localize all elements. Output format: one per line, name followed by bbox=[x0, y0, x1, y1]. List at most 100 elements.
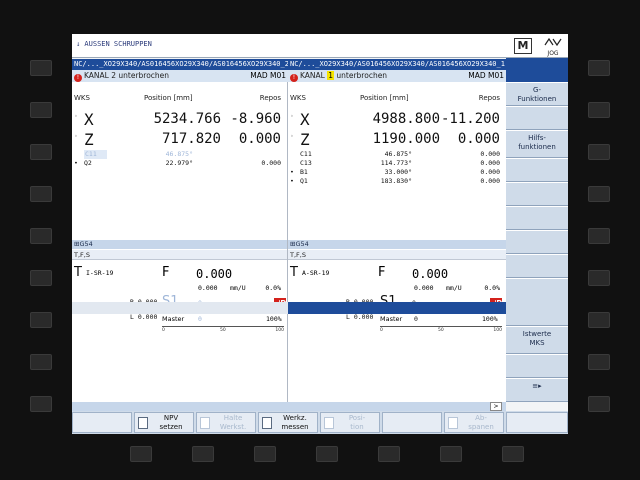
softkey-empty[interactable] bbox=[506, 106, 568, 130]
channel1-status[interactable]: ! KANAL 1 unterbrochen MAD M01 bbox=[288, 70, 506, 82]
softkey-measure-tool[interactable]: Werkz. messen bbox=[258, 412, 318, 433]
channel1-mad: MAD M01 bbox=[468, 71, 504, 80]
scale-tick: 0 bbox=[162, 328, 165, 333]
alarm-icon: ! bbox=[74, 74, 82, 82]
softkey-empty[interactable] bbox=[72, 412, 132, 433]
axis-marker: • bbox=[290, 168, 294, 176]
softkey-aux-functions[interactable]: Hilfs-funktionen bbox=[506, 130, 568, 158]
softkey-label: Halte bbox=[223, 414, 243, 422]
tool-name: A-SR-19 bbox=[302, 269, 330, 277]
softkey-empty[interactable] bbox=[506, 158, 568, 182]
softkey-empty[interactable] bbox=[382, 412, 442, 433]
tool-feed-row: T I-SR-19 F 0.000 bbox=[72, 263, 287, 285]
softkey-empty[interactable] bbox=[506, 182, 568, 206]
bezel-key[interactable] bbox=[30, 228, 52, 244]
softkey-set-zero-offset[interactable]: NPV setzen bbox=[134, 412, 194, 433]
bezel-key[interactable] bbox=[378, 446, 400, 462]
feed-actual: 0.000 bbox=[198, 284, 218, 292]
spindle-override: 100% bbox=[482, 315, 498, 323]
axis-name: Q2 bbox=[84, 159, 92, 167]
softkey-empty[interactable] bbox=[506, 412, 568, 433]
bezel-key[interactable] bbox=[30, 354, 52, 370]
feed-override: 0.0% bbox=[265, 284, 281, 292]
tfs-header: T,F,S bbox=[72, 250, 287, 260]
bezel-key[interactable] bbox=[588, 228, 610, 244]
bezel-key[interactable] bbox=[502, 446, 524, 462]
channel2-status[interactable]: ! KANAL 2 unterbrochen MAD M01 bbox=[72, 70, 288, 82]
softkey-label: Posi- bbox=[348, 414, 366, 422]
bezel-key[interactable] bbox=[588, 270, 610, 286]
axis-repos: -11.200 bbox=[440, 111, 500, 127]
softkey-label: tion bbox=[350, 423, 364, 431]
scroll-right-button[interactable]: > bbox=[490, 402, 502, 411]
softkey-empty[interactable] bbox=[506, 206, 568, 230]
softkey-position[interactable]: Posi-tion bbox=[320, 412, 380, 433]
bezel-key[interactable] bbox=[30, 186, 52, 202]
bezel-key[interactable] bbox=[588, 312, 610, 328]
top-bar: ↓ AUSSEN SCHRUPPEN M JOG bbox=[72, 34, 568, 58]
bezel-key[interactable] bbox=[588, 102, 610, 118]
bezel-key[interactable] bbox=[588, 60, 610, 76]
tool-name: I-SR-19 bbox=[86, 269, 114, 277]
axis-position: 33.000° bbox=[384, 168, 412, 176]
feed-value: 0.000 bbox=[196, 267, 233, 281]
axis-position: 183.830° bbox=[380, 177, 412, 185]
softkey-empty[interactable] bbox=[506, 354, 568, 378]
softkey-label: G- bbox=[533, 86, 541, 94]
bezel-key[interactable] bbox=[30, 60, 52, 76]
axis-row-c13: C13 114.773° 0.000 bbox=[288, 159, 506, 168]
axis-marker: • bbox=[74, 159, 78, 167]
tool-measure-icon bbox=[262, 417, 272, 429]
axis-repos: 0.000 bbox=[480, 177, 500, 185]
softkey-empty[interactable] bbox=[506, 254, 568, 278]
bezel-key[interactable] bbox=[192, 446, 214, 462]
axis-position: 46.875° bbox=[384, 150, 412, 158]
feed-details: 0.000 mm/U 0.0% bbox=[72, 284, 287, 293]
bezel-key[interactable] bbox=[254, 446, 276, 462]
channel1-program-path: NC/..._XO29X340/AS016456XO29X340/AS01645… bbox=[288, 59, 506, 70]
scale-tick: 0 bbox=[380, 328, 383, 333]
operating-mode-text: ↓ AUSSEN SCHRUPPEN bbox=[76, 40, 152, 48]
softkey-label: NPV bbox=[163, 414, 179, 422]
softkey-g-functions[interactable]: G- Funktionen bbox=[506, 82, 568, 106]
softkey-empty[interactable] bbox=[506, 230, 568, 254]
bezel-key[interactable] bbox=[30, 102, 52, 118]
softkey-more[interactable]: ≡▸ bbox=[506, 378, 568, 402]
bezel-key[interactable] bbox=[30, 312, 52, 328]
bezel-key[interactable] bbox=[30, 270, 52, 286]
axis-row-x: ◦ X 4988.800 -11.200 bbox=[288, 109, 506, 129]
bezel-key[interactable] bbox=[440, 446, 462, 462]
repos-label: Repos bbox=[259, 94, 281, 102]
jog-mode-icon[interactable]: JOG bbox=[540, 37, 566, 57]
axis-repos: 0.000 bbox=[261, 159, 281, 167]
tool-length: L 0.000 bbox=[130, 313, 158, 321]
feed-details: 0.000 mm/U 0.0% bbox=[288, 284, 506, 293]
position-header: WKS Position [mm] Repos bbox=[72, 94, 287, 104]
softkey-hold-workpiece[interactable]: Halte Werkst. bbox=[196, 412, 256, 433]
bezel-key[interactable] bbox=[588, 186, 610, 202]
more-menu-icon: ≡▸ bbox=[532, 382, 542, 390]
tool-letter: T bbox=[290, 265, 298, 280]
machine-area-icon[interactable]: M bbox=[514, 38, 532, 54]
bezel-key[interactable] bbox=[588, 144, 610, 160]
bezel-key[interactable] bbox=[316, 446, 338, 462]
bezel-key[interactable] bbox=[30, 396, 52, 412]
softkey-stock-removal[interactable]: Ab-spanen bbox=[444, 412, 504, 433]
bezel-key[interactable] bbox=[588, 396, 610, 412]
axis-repos: 0.000 bbox=[480, 159, 500, 167]
bezel-key[interactable] bbox=[30, 144, 52, 160]
bezel-key[interactable] bbox=[130, 446, 152, 462]
softkey-empty[interactable] bbox=[506, 278, 568, 326]
axis-name: Z bbox=[300, 130, 310, 149]
feed-actual: 0.000 bbox=[414, 284, 434, 292]
softkey-label: spanen bbox=[468, 423, 494, 431]
bezel-key[interactable] bbox=[588, 354, 610, 370]
feed-value: 0.000 bbox=[412, 267, 449, 281]
master-value: 0 bbox=[414, 315, 418, 323]
axis-repos: 0.000 bbox=[480, 168, 500, 176]
feed-unit: mm/U bbox=[446, 284, 462, 292]
axis-row-q2: • Q2 22.979° 0.000 bbox=[72, 159, 287, 168]
scale-tick: 50 bbox=[438, 328, 444, 333]
stock-removal-icon bbox=[448, 417, 458, 429]
softkey-actual-values-mcs[interactable]: Istwerte MKS bbox=[506, 326, 568, 354]
